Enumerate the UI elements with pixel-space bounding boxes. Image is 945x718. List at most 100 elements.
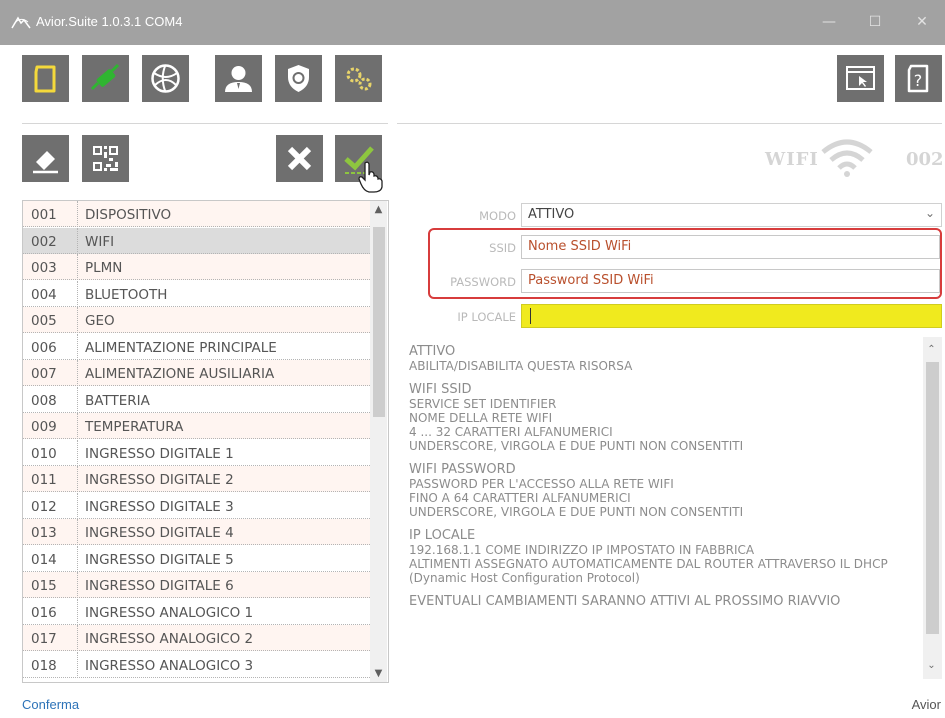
description-title: EVENTUALI CAMBIAMENTI SARANNO ATTIVI AL …	[409, 594, 841, 609]
settings-button[interactable]	[335, 55, 382, 102]
list-item[interactable]: 015 INGRESSO DIGITALE 6	[23, 572, 370, 598]
list-item-number: 012	[31, 498, 57, 515]
shield-icon	[288, 65, 309, 92]
list-column-divider	[77, 201, 78, 227]
description-scroll-down-icon[interactable]: ⌄	[923, 657, 940, 674]
description-line: 4 ... 32 CARATTERI ALFANUMERICI	[409, 425, 613, 439]
new-icon	[34, 65, 56, 93]
window-title: Avior.Suite 1.0.3.1 COM4	[36, 14, 183, 29]
description-line: 192.168.1.1 COME INDIRIZZO IP IMPOSTATO …	[409, 543, 755, 557]
network-button[interactable]	[142, 55, 189, 102]
new-file-button[interactable]	[22, 55, 69, 102]
list-item-label: ALIMENTAZIONE AUSILIARIA	[85, 366, 275, 382]
list-item-label: INGRESSO ANALOGICO 2	[85, 631, 254, 647]
list-item[interactable]: 012 INGRESSO DIGITALE 3	[23, 492, 370, 519]
clear-button[interactable]	[22, 135, 69, 182]
description-line: UNDERSCORE, VIRGOLA E DUE PUNTI NON CONS…	[409, 505, 744, 519]
cancel-button[interactable]	[276, 135, 323, 182]
list-item[interactable]: 002 WIFI	[23, 227, 370, 254]
list-column-divider	[77, 227, 78, 254]
modo-label: MODO	[479, 209, 516, 223]
list-item[interactable]: 005 GEO	[23, 307, 370, 333]
status-brand: Avior	[911, 697, 941, 712]
list-scroll-down-icon[interactable]: ▼	[370, 665, 387, 682]
list-item[interactable]: 008 BATTERIA	[23, 386, 370, 413]
list-column-divider	[77, 307, 78, 333]
usb-connection-button[interactable]	[82, 55, 129, 102]
description-block: ATTIVO ABILITA/DISABILITA QUESTA RISORSA	[409, 344, 919, 374]
close-button[interactable]: ✕	[899, 0, 945, 45]
list-item-number: 007	[31, 366, 57, 382]
description-title: ATTIVO	[409, 344, 456, 359]
user-icon	[225, 66, 252, 92]
description-title: IP LOCALE	[409, 528, 476, 543]
qrcode-button[interactable]	[82, 135, 129, 182]
list-column-divider	[77, 280, 78, 307]
minimize-button[interactable]: —	[806, 0, 852, 45]
description-line: ABILITA/DISABILITA QUESTA RISORSA	[409, 359, 633, 373]
list-item-label: DISPOSITIVO	[85, 207, 172, 223]
list-item-number: 004	[31, 286, 57, 303]
help-button[interactable]: ?	[895, 55, 942, 102]
ip-input[interactable]	[521, 304, 942, 328]
list-item-label: INGRESSO DIGITALE 4	[85, 525, 234, 541]
list-item[interactable]: 010 INGRESSO DIGITALE 1	[23, 439, 370, 466]
list-item[interactable]: 018 INGRESSO ANALOGICO 3	[23, 651, 370, 678]
list-column-divider	[77, 598, 78, 625]
list-scroll-up-icon[interactable]: ▲	[370, 201, 387, 218]
list-item-number: 011	[31, 472, 57, 488]
list-scrollbar-thumb[interactable]	[373, 227, 385, 417]
list-item-label: INGRESSO DIGITALE 6	[85, 578, 234, 594]
window-cursor-icon	[846, 66, 875, 90]
description-line: UNDERSCORE, VIRGOLA E DUE PUNTI NON CONS…	[409, 439, 744, 453]
list-column-divider	[77, 333, 78, 360]
list-column-divider	[77, 492, 78, 519]
description-line: SERVICE SET IDENTIFIER	[409, 397, 557, 411]
list-item-label: GEO	[85, 313, 115, 329]
modo-value: ATTIVO	[528, 207, 575, 222]
gears-icon	[346, 67, 372, 91]
resource-list[interactable]: 001 DISPOSITIVO 002 WIFI 003 PLMN 004 BLUETOOTH…	[22, 200, 389, 683]
list-item-label: INGRESSO ANALOGICO 1	[85, 604, 254, 621]
list-item-number: 006	[31, 339, 57, 356]
list-item-label: INGRESSO DIGITALE 2	[85, 472, 234, 488]
description-block: WIFI SSID SERVICE SET IDENTIFIER NOME DELL…	[409, 382, 919, 454]
description-panel: ATTIVO ABILITA/DISABILITA QUESTA RISORSA W…	[397, 337, 942, 679]
ssid-input[interactable]: Nome SSID WiFi	[521, 235, 940, 259]
list-item-label: TEMPERATURA	[85, 419, 184, 435]
list-item-number: 002	[31, 233, 57, 250]
list-item[interactable]: 007 ALIMENTAZIONE AUSILIARIA	[23, 360, 370, 386]
list-item[interactable]: 006 ALIMENTAZIONE PRINCIPALE	[23, 333, 370, 360]
user-button[interactable]	[215, 55, 262, 102]
window-button[interactable]	[837, 55, 884, 102]
list-item[interactable]: 001 DISPOSITIVO	[23, 201, 370, 227]
list-item[interactable]: 004 BLUETOOTH	[23, 280, 370, 307]
section-number: 002	[906, 149, 944, 170]
list-item[interactable]: 016 INGRESSO ANALOGICO 1	[23, 598, 370, 625]
list-column-divider	[77, 254, 78, 280]
description-scroll-up-icon[interactable]: ⌃	[923, 341, 940, 358]
list-item[interactable]: 009 TEMPERATURA	[23, 413, 370, 439]
description-title: WIFI SSID	[409, 382, 472, 397]
password-input[interactable]: Password SSID WiFi	[521, 269, 940, 293]
maximize-button[interactable]: ☐	[852, 0, 898, 45]
list-item[interactable]: 011 INGRESSO DIGITALE 2	[23, 466, 370, 492]
modo-select[interactable]: ATTIVO ⌄	[521, 203, 942, 227]
list-item[interactable]: 017 INGRESSO ANALOGICO 2	[23, 625, 370, 651]
toolbar-divider-right	[397, 123, 942, 124]
list-column-divider	[77, 413, 78, 439]
list-item[interactable]: 003 PLMN	[23, 254, 370, 280]
chevron-down-icon: ⌄	[924, 206, 935, 220]
list-item[interactable]: 014 INGRESSO DIGITALE 5	[23, 545, 370, 572]
status-text: Conferma	[22, 697, 80, 712]
list-column-divider	[77, 625, 78, 651]
list-item-number: 005	[31, 313, 57, 329]
security-button[interactable]	[275, 55, 322, 102]
list-item-label: BATTERIA	[85, 392, 150, 409]
list-item[interactable]: 013 INGRESSO DIGITALE 4	[23, 519, 370, 545]
cancel-icon	[287, 146, 312, 171]
list-column-divider	[77, 545, 78, 572]
usb-icon	[90, 63, 120, 91]
help-icon: ?	[907, 64, 929, 93]
description-scrollbar-thumb[interactable]	[926, 362, 939, 634]
